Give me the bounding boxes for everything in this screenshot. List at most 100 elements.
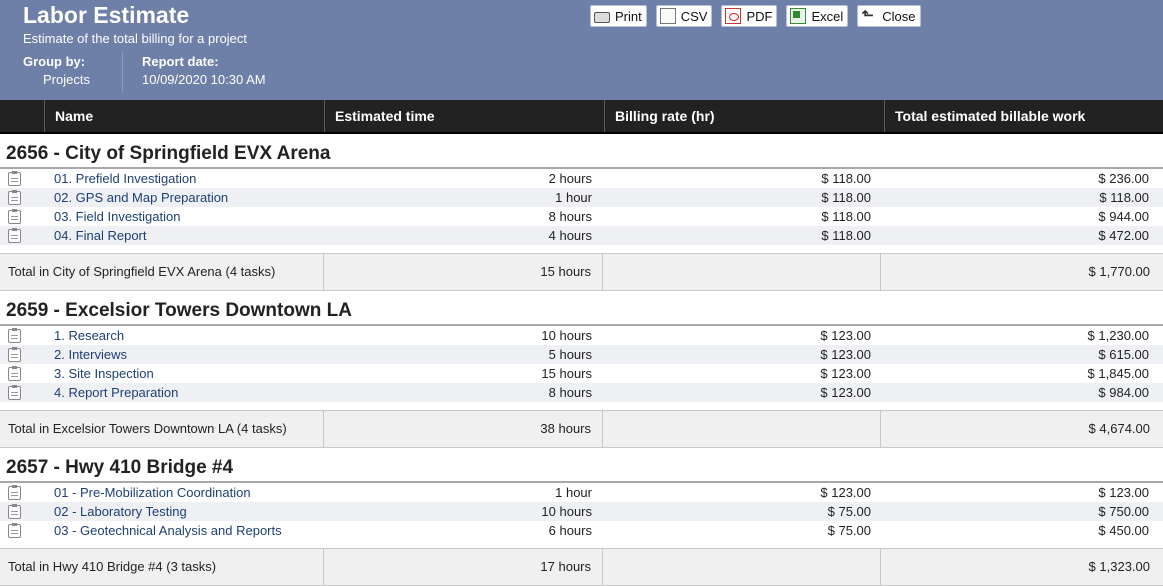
report-subtitle: Estimate of the total billing for a proj… [23,31,248,46]
excel-label: Excel [811,8,844,24]
clipboard-icon[interactable] [8,328,21,343]
task-name-link[interactable]: 1. Research [28,326,324,345]
task-total: $ 944.00 [1098,209,1149,224]
clipboard-icon[interactable] [8,209,21,224]
task-name-link[interactable]: 01. Prefield Investigation [28,169,324,188]
group-total-amount: $ 1,770.00 [1088,264,1150,279]
report-date-label: Report date: [142,54,219,69]
csv-label: CSV [680,8,708,24]
task-name-link[interactable]: 01 - Pre-Mobilization Coordination [28,483,324,502]
task-icon-cell [0,483,28,502]
column-header-name[interactable]: Name [44,100,324,132]
task-total: $ 984.00 [1098,385,1149,400]
task-icon-cell [0,326,28,345]
group-total-time: 17 hours [324,549,603,585]
clipboard-icon[interactable] [8,504,21,519]
report-title: Labor Estimate [23,2,190,28]
task-estimated-time: 1 hour [555,485,592,500]
task-name-link[interactable]: 02 - Laboratory Testing [28,502,324,521]
close-label: Close [882,8,916,24]
task-row: 01 - Pre-Mobilization Coordination 1 hour… [0,483,1163,502]
project-group-title: 2659 - Excelsior Towers Downtown LA [0,291,1163,326]
group-total-rate-empty [603,549,881,585]
close-button[interactable]: ⬑ Close [857,5,921,27]
task-icon-cell [0,207,28,226]
task-billing-rate: $ 123.00 [820,366,871,381]
task-total: $ 615.00 [1098,347,1149,362]
task-name-link[interactable]: 4. Report Preparation [28,383,324,402]
group-total-row: Total in City of Springfield EVX Arena (… [0,253,1163,291]
task-estimated-time: 2 hours [548,171,592,186]
clipboard-icon[interactable] [8,190,21,205]
task-name-link[interactable]: 3. Site Inspection [28,364,324,383]
task-estimated-time: 10 hours [541,328,592,343]
task-row: 4. Report Preparation 8 hours $ 123.00 $ 98… [0,383,1163,402]
project-group-title: 2657 - Hwy 410 Bridge #4 [0,448,1163,483]
task-total: $ 118.00 [1099,190,1149,205]
group-total-amount: $ 4,674.00 [1088,421,1150,436]
group-total-row: Total in Excelsior Towers Downtown LA (4… [0,410,1163,448]
clipboard-icon[interactable] [8,385,21,400]
task-total: $ 236.00 [1098,171,1149,186]
task-name-link[interactable]: 02. GPS and Map Preparation [28,188,324,207]
task-estimated-time: 4 hours [548,228,592,243]
task-billing-rate: $ 118.00 [821,209,871,224]
clipboard-icon[interactable] [8,347,21,362]
task-row: 03. Field Investigation 8 hours $ 118.00 $ … [0,207,1163,226]
clipboard-icon[interactable] [8,366,21,381]
group-total-rate-empty [603,254,881,290]
task-billing-rate: $ 118.00 [821,171,871,186]
task-row: 02 - Laboratory Testing 10 hours $ 75.00 $ … [0,502,1163,521]
task-estimated-time: 5 hours [548,347,592,362]
task-total: $ 450.00 [1098,523,1149,538]
task-icon-cell [0,383,28,402]
task-total: $ 750.00 [1098,504,1149,519]
group-total-label: Total in Hwy 410 Bridge #4 (3 tasks) [0,549,324,585]
printer-icon [594,12,610,23]
report-body: 2656 - City of Springfield EVX Arena 01. … [0,134,1163,586]
column-header-estimated-time[interactable]: Estimated time [324,100,604,132]
back-arrow-icon: ⬑ [861,7,874,24]
task-row: 02. GPS and Map Preparation 1 hour $ 118.0… [0,188,1163,207]
task-total: $ 1,845.00 [1087,366,1149,381]
task-name-link[interactable]: 03. Field Investigation [28,207,324,226]
pdf-button[interactable]: PDF [721,5,778,27]
task-icon-cell [0,502,28,521]
task-name-link[interactable]: 04. Final Report [28,226,324,245]
task-billing-rate: $ 75.00 [827,523,871,538]
csv-file-icon [659,8,676,24]
task-billing-rate: $ 123.00 [820,328,871,343]
group-total-row: Total in Hwy 410 Bridge #4 (3 tasks) 17 h… [0,548,1163,586]
clipboard-icon[interactable] [8,228,21,243]
group-total-amount: $ 1,323.00 [1088,559,1150,574]
excel-file-icon [790,8,807,24]
project-group-title: 2656 - City of Springfield EVX Arena [0,134,1163,169]
excel-button[interactable]: Excel [786,5,849,27]
task-billing-rate: $ 75.00 [827,504,871,519]
column-header-billing-rate[interactable]: Billing rate (hr) [604,100,884,132]
task-total: $ 472.00 [1098,228,1149,243]
clipboard-icon[interactable] [8,485,21,500]
task-row: 01. Prefield Investigation 2 hours $ 118.0… [0,169,1163,188]
csv-button[interactable]: CSV [655,5,713,27]
clipboard-icon[interactable] [8,171,21,186]
print-button[interactable]: Print [590,5,647,27]
pdf-file-icon [725,8,742,24]
report-date-value: 10/09/2020 10:30 AM [142,72,266,87]
task-billing-rate: $ 123.00 [820,347,871,362]
task-total: $ 123.00 [1098,485,1149,500]
task-estimated-time: 6 hours [548,523,592,538]
task-billing-rate: $ 118.00 [821,190,871,205]
task-name-link[interactable]: 2. Interviews [28,345,324,364]
task-billing-rate: $ 118.00 [821,228,871,243]
task-icon-cell [0,188,28,207]
clipboard-icon[interactable] [8,523,21,538]
task-estimated-time: 15 hours [541,366,592,381]
task-estimated-time: 1 hour [555,190,592,205]
print-label: Print [615,8,642,24]
task-name-link[interactable]: 03 - Geotechnical Analysis and Reports [28,521,324,540]
column-header-total-billable[interactable]: Total estimated billable work [884,100,1163,132]
task-estimated-time: 8 hours [548,209,592,224]
task-row: 3. Site Inspection 15 hours $ 123.00 $ 1,84… [0,364,1163,383]
group-total-time: 15 hours [324,254,603,290]
